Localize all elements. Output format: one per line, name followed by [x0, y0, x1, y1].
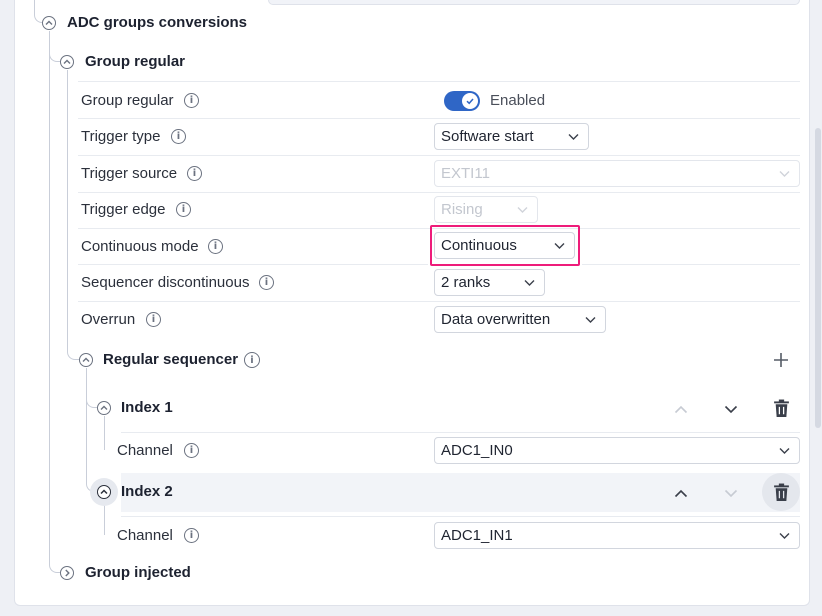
select-value: 2 ranks: [441, 274, 491, 291]
select-value: ADC1_IN1: [441, 527, 513, 544]
move-up-button[interactable]: [672, 484, 690, 502]
group-regular-label: Group regular: [81, 92, 174, 109]
trigger-edge-label: Trigger edge: [81, 201, 166, 218]
info-icon[interactable]: i: [208, 239, 223, 254]
move-up-button: [672, 400, 690, 418]
trigger-type-label: Trigger type: [81, 128, 161, 145]
trigger-source-label: Trigger source: [81, 165, 178, 182]
select-value: Continuous: [441, 237, 517, 254]
chevron-down-icon: [779, 171, 790, 177]
chevron-down-icon: [779, 533, 790, 539]
chevron-down-icon: [724, 489, 738, 497]
divider: [78, 81, 800, 82]
sequencer-discontinuous-select[interactable]: 2 ranks: [434, 269, 545, 296]
chevron-down-icon: [554, 243, 565, 249]
trash-icon: [773, 483, 789, 501]
chevron-down-icon: [779, 448, 790, 454]
divider: [78, 264, 428, 265]
select-value: Software start: [441, 128, 534, 145]
info-icon[interactable]: i: [259, 275, 274, 290]
toggle-knob: [462, 93, 478, 109]
group-regular-toggle[interactable]: [444, 91, 480, 111]
divider: [582, 264, 800, 265]
select-value: Rising: [441, 201, 483, 218]
select-value: EXTI11: [441, 165, 490, 182]
index-2-row-hover: [121, 473, 800, 512]
tree-line-group-regular: [67, 70, 68, 348]
trash-icon: [773, 399, 789, 417]
tree-line-adc: [49, 31, 50, 563]
toggle-state-text: Enabled: [490, 92, 546, 109]
move-down-button: [722, 484, 740, 502]
trigger-source-select: EXTI11: [434, 160, 800, 187]
divider: [78, 118, 800, 119]
add-index-button[interactable]: [770, 349, 792, 371]
chevron-down-icon: [585, 317, 596, 323]
channel-label: Channel: [117, 442, 173, 459]
divider: [78, 155, 800, 156]
chevron-down-icon: [724, 405, 738, 413]
index-1-title[interactable]: Index 1: [121, 399, 173, 416]
divider: [78, 301, 800, 302]
tree-elbow-regular-sequencer: [67, 344, 79, 360]
info-icon[interactable]: i: [244, 352, 260, 368]
overrun-select[interactable]: Data overwritten: [434, 306, 606, 333]
previous-section-edge: [268, 0, 800, 5]
move-down-button[interactable]: [722, 400, 740, 418]
delete-index-button[interactable]: [770, 481, 792, 503]
collapse-circle-icon[interactable]: [97, 401, 111, 415]
continuous-mode-label: Continuous mode: [81, 238, 199, 255]
group-regular-title[interactable]: Group regular: [85, 53, 185, 70]
chevron-down-icon: [517, 207, 528, 213]
info-icon[interactable]: i: [171, 129, 186, 144]
info-icon[interactable]: i: [184, 93, 199, 108]
select-value: ADC1_IN0: [441, 442, 513, 459]
collapse-circle-icon[interactable]: [42, 16, 56, 30]
collapse-circle-icon[interactable]: [79, 353, 93, 367]
tree-elbow-index-1: [86, 394, 97, 408]
index-2-channel-select[interactable]: ADC1_IN1: [434, 522, 800, 549]
delete-index-button[interactable]: [770, 397, 792, 419]
plus-icon: [774, 353, 788, 367]
continuous-mode-select[interactable]: Continuous: [434, 232, 575, 259]
regular-sequencer-title[interactable]: Regular sequencer: [103, 351, 238, 368]
divider: [78, 192, 800, 193]
info-icon[interactable]: i: [184, 443, 199, 458]
divider: [121, 516, 800, 517]
chevron-down-icon: [524, 280, 535, 286]
sequencer-discontinuous-label: Sequencer discontinuous: [81, 274, 250, 291]
scrollbar-thumb[interactable]: [815, 128, 821, 428]
chevron-up-icon: [674, 405, 688, 413]
info-icon[interactable]: i: [184, 528, 199, 543]
info-icon[interactable]: i: [187, 166, 202, 181]
trigger-edge-select: Rising: [434, 196, 538, 223]
check-icon: [466, 98, 474, 105]
index-2-title[interactable]: Index 2: [121, 483, 173, 500]
collapse-circle-icon[interactable]: [60, 55, 74, 69]
divider: [121, 432, 800, 433]
chevron-down-icon: [568, 134, 579, 140]
collapse-circle-icon[interactable]: [97, 485, 111, 499]
group-injected-title[interactable]: Group injected: [85, 564, 191, 581]
tree-line-index-1: [104, 416, 105, 450]
channel-label: Channel: [117, 527, 173, 544]
info-icon[interactable]: i: [176, 202, 191, 217]
tree-line-regular-sequencer: [86, 368, 87, 480]
adc-groups-title[interactable]: ADC groups conversions: [67, 14, 247, 31]
trigger-type-select[interactable]: Software start: [434, 123, 589, 150]
index-1-channel-select[interactable]: ADC1_IN0: [434, 437, 800, 464]
overrun-label: Overrun: [81, 311, 136, 328]
expand-circle-icon[interactable]: [60, 566, 74, 580]
chevron-up-icon: [674, 489, 688, 497]
select-value: Data overwritten: [441, 311, 551, 328]
info-icon[interactable]: i: [146, 312, 161, 327]
